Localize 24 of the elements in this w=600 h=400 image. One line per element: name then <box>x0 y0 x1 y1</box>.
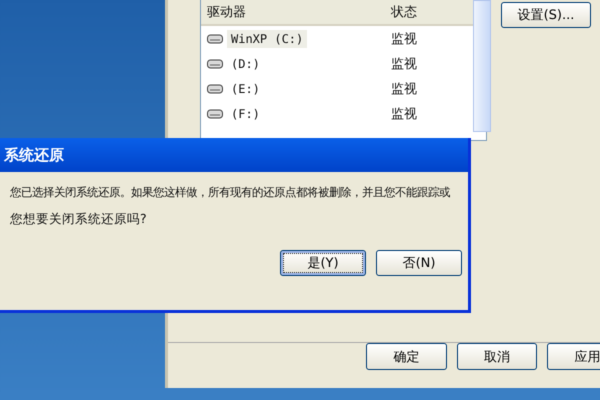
dialog-message: 您已选择关闭系统还原。如果您这样做，所有现有的还原点都将被删除，并且您不能跟踪或 <box>10 185 451 200</box>
dialog-button[interactable]: 否(N) <box>376 250 462 276</box>
drive-status: 监视 <box>390 30 418 48</box>
drive-icon <box>207 108 223 118</box>
window-button[interactable]: 确定 <box>366 343 447 370</box>
drive-name[interactable]: (E:) <box>227 80 264 98</box>
dialog-title: 系统还原 <box>4 146 64 164</box>
dialog-question: 您想要关闭系统还原吗? <box>10 211 148 228</box>
dialog-button[interactable]: 是(Y) <box>280 250 366 276</box>
drive-status: 监视 <box>390 80 418 98</box>
drive-icon <box>207 34 223 44</box>
drive-icon <box>207 84 223 94</box>
drive-status: 监视 <box>390 56 418 72</box>
scrollbar[interactable] <box>473 0 491 132</box>
settings-button[interactable]: 设置(S)... <box>501 2 591 28</box>
drive-name[interactable]: (F:) <box>227 104 264 122</box>
column-header[interactable]: 状态 <box>387 3 457 21</box>
window-button[interactable]: 取消 <box>456 343 538 370</box>
drive-icon <box>207 58 223 68</box>
window-button[interactable]: 应用 <box>547 343 600 370</box>
drive-name[interactable]: (D:) <box>227 54 264 72</box>
column-header[interactable]: 驱动器 <box>201 3 387 21</box>
drive-name[interactable]: WinXP (C:) <box>227 30 308 48</box>
drive-status: 监视 <box>390 106 418 122</box>
